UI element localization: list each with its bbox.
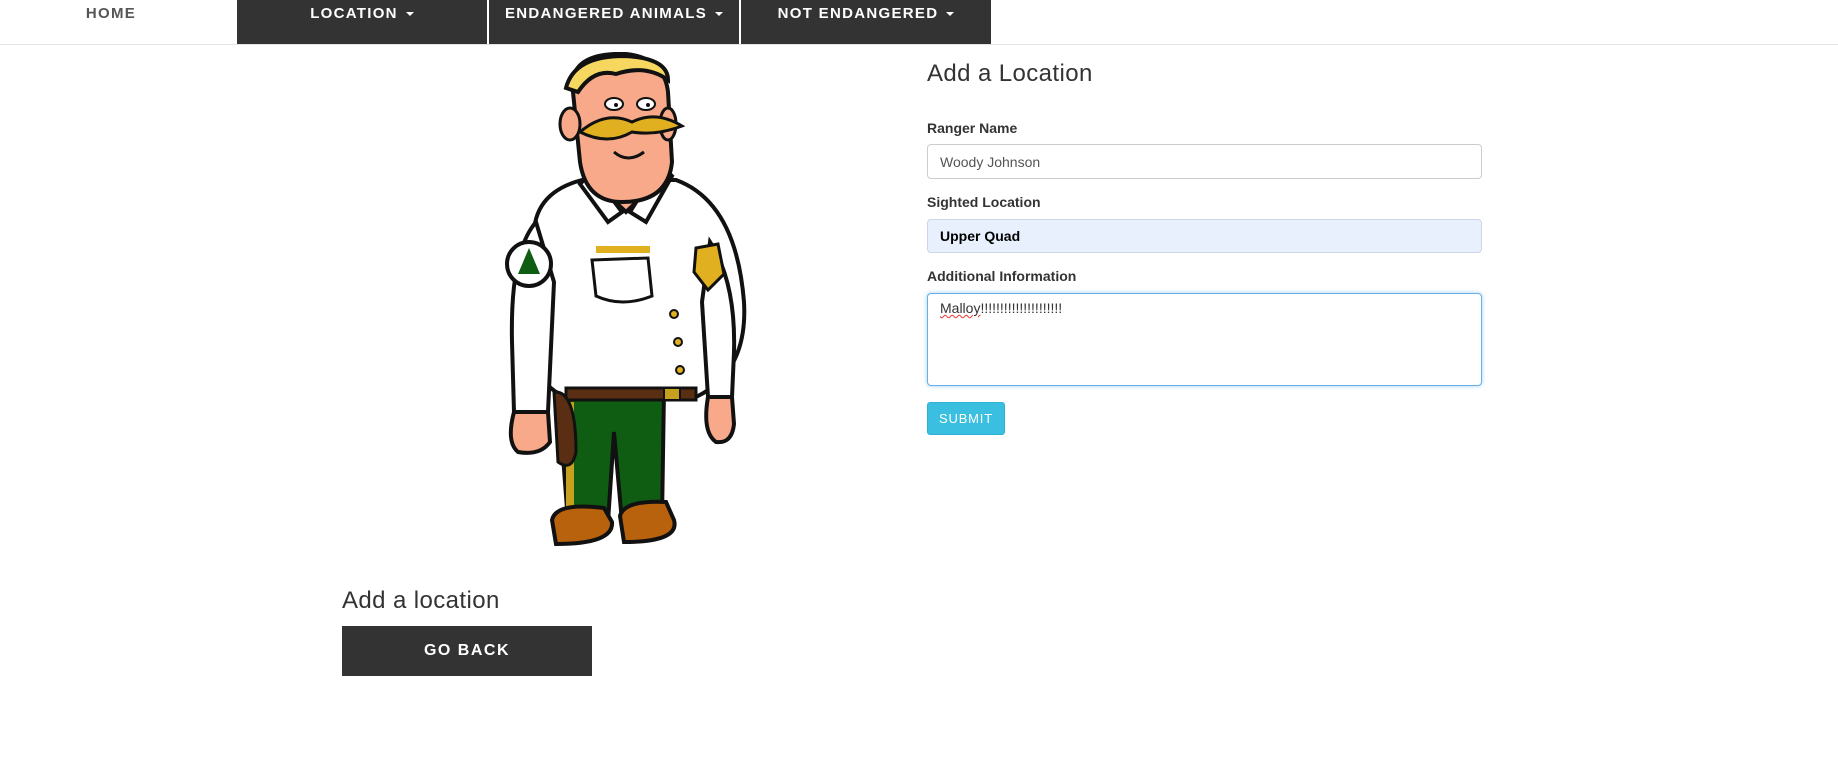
park-ranger-illustration [505,52,747,547]
nav-endangered-dropdown[interactable]: ENDANGERED ANIMALS [489,0,739,44]
ranger-name-input[interactable] [927,144,1482,179]
nav-not-endangered-label: NOT ENDANGERED [777,5,939,22]
ranger-name-label: Ranger Name [927,120,1018,136]
nav-endangered-label: ENDANGERED ANIMALS [504,5,707,22]
sighted-location-label: Sighted Location [927,194,1041,210]
nav-home[interactable]: HOME [0,0,222,44]
caret-down-icon [405,12,414,16]
top-navbar: HOME LOCATION ENDANGERED ANIMALS NOT END… [0,0,1838,45]
caret-down-icon [715,12,723,16]
sighted-location-input[interactable] [927,219,1482,253]
form-title: Add a Location [927,60,1093,87]
page-subtitle: Add a location [342,587,500,614]
additional-info-textarea[interactable] [927,293,1482,386]
nav-location-dropdown[interactable]: LOCATION [237,0,487,44]
additional-info-label: Additional Information [927,268,1077,284]
caret-down-icon [946,12,955,16]
nav-location-label: LOCATION [310,5,398,22]
nav-not-endangered-dropdown[interactable]: NOT ENDANGERED [741,0,991,44]
submit-button[interactable]: SUBMIT [927,402,1005,435]
go-back-button[interactable]: GO BACK [342,626,592,676]
nav-home-label: HOME [85,5,137,22]
